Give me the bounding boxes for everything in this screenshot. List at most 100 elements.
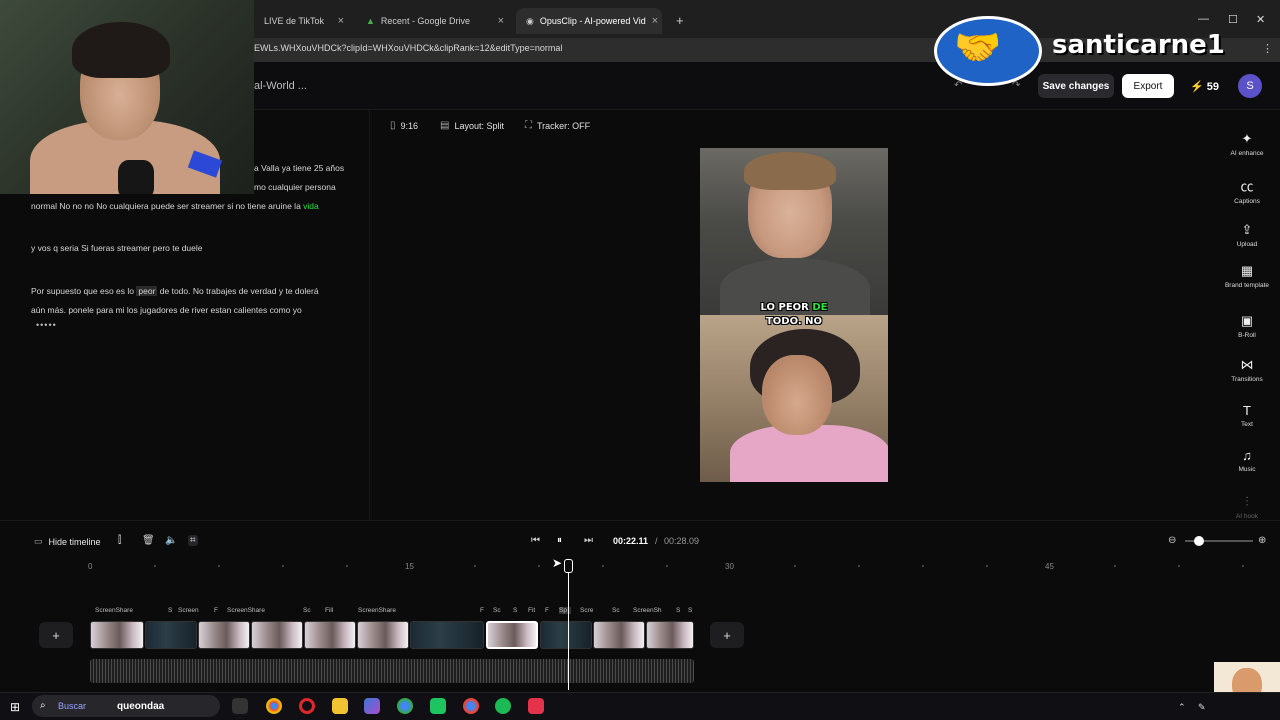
current-word[interactable]: peor <box>136 286 158 296</box>
clip-label[interactable]: Scre <box>580 607 604 614</box>
tab-tiktok[interactable]: LIVE de TikTok × <box>254 8 354 34</box>
video-preview[interactable]: LO PEOR DE TODO. NO <box>700 148 888 482</box>
highlighted-word[interactable]: vida <box>303 201 319 211</box>
transcript-line[interactable]: mo cualquier persona <box>254 182 336 192</box>
volume-icon[interactable]: 🔈 <box>165 535 177 546</box>
credits-counter[interactable]: ⚡ 59 <box>1190 80 1219 93</box>
url-input[interactable]: EWLs.WHXouVHDCk?clipId=WHXouVHDCk&clipRa… <box>254 43 562 53</box>
clip-thumbnail-selected[interactable] <box>486 621 538 649</box>
audio-waveform[interactable] <box>90 659 694 683</box>
windows-start-icon[interactable]: ⊞ <box>10 700 20 714</box>
clip-thumbnail[interactable] <box>593 621 645 649</box>
skip-forward-icon[interactable]: ⏭ <box>584 535 593 546</box>
sidebar-item-text[interactable]: T Text <box>1222 403 1272 428</box>
tiktok-icon[interactable] <box>528 698 544 714</box>
new-tab-icon[interactable]: + <box>676 13 684 28</box>
project-title[interactable]: al-World ... <box>254 80 307 92</box>
clip-label[interactable]: ScreenShare <box>95 607 165 614</box>
clip-label[interactable]: F <box>214 607 222 614</box>
sidebar-item-music[interactable]: ♫ Music <box>1222 448 1272 473</box>
clip-label[interactable]: Screen <box>178 607 206 614</box>
credits-value: 59 <box>1206 81 1220 93</box>
chrome-alt-icon[interactable] <box>397 698 413 714</box>
save-changes-button[interactable]: Save changes <box>1038 74 1114 98</box>
pause-icon[interactable]: ⏸ <box>557 535 562 546</box>
transcript-line[interactable]: aún más. ponele para mi los jugadores de… <box>31 305 302 315</box>
sidebar-item-transitions[interactable]: ⋈ Transitions <box>1222 357 1272 383</box>
clip-thumbnail[interactable] <box>198 621 250 649</box>
sidebar-item-brand-template[interactable]: ▦ Brand template <box>1222 263 1272 289</box>
aspect-ratio-button[interactable]: ▯ 9:16 <box>390 120 418 131</box>
sidebar-item-upload[interactable]: ⇪ Upload <box>1222 222 1272 248</box>
clip-label[interactable]: ScreenSh <box>633 607 667 614</box>
transcript-line[interactable]: normal No no no No cualquiera puede ser … <box>31 201 319 211</box>
clip-label[interactable]: ScreenShare <box>358 607 428 614</box>
skip-back-icon[interactable]: ⏮ <box>531 535 540 546</box>
clip-label[interactable]: S <box>513 607 521 614</box>
clip-thumbnail[interactable] <box>646 621 694 649</box>
clip-label[interactable]: F <box>545 607 553 614</box>
add-clip-start-button[interactable]: + <box>39 622 73 648</box>
pen-icon[interactable]: ✎ <box>1198 702 1206 713</box>
clip-label[interactable]: Sp <box>559 607 571 614</box>
clip-label[interactable]: Sc <box>493 607 507 614</box>
green-app-icon[interactable] <box>430 698 446 714</box>
clip-label[interactable]: S <box>168 607 176 614</box>
sidebar-item-ai-enhance[interactable]: ✦ AI enhance <box>1222 131 1272 157</box>
video-caption[interactable]: LO PEOR DE TODO. NO <box>700 301 888 329</box>
close-icon[interactable]: × <box>498 15 504 27</box>
opera-icon[interactable] <box>299 698 315 714</box>
file-explorer-icon[interactable] <box>332 698 348 714</box>
maximize-icon[interactable]: ☐ <box>1228 13 1238 26</box>
ruler-tick <box>154 565 156 567</box>
transcript-line[interactable]: y vos q seria Si fueras streamer pero te… <box>31 243 203 253</box>
split-icon[interactable]: ⫿ <box>118 535 121 546</box>
clip-label[interactable]: Sc <box>303 607 317 614</box>
spotify-icon[interactable] <box>495 698 511 714</box>
task-view-icon[interactable] <box>232 698 248 714</box>
clip-label[interactable]: F <box>480 607 488 614</box>
tray-chevron-icon[interactable]: ⌃ <box>1178 702 1186 713</box>
playhead-handle[interactable] <box>564 559 573 573</box>
sidebar-item-captions[interactable]: ㏄ Captions <box>1222 176 1272 205</box>
delete-icon[interactable]: 🗑 <box>142 535 155 546</box>
clip-label[interactable]: Sc <box>612 607 626 614</box>
chrome-active-icon[interactable] <box>463 698 479 714</box>
clip-thumbnail[interactable] <box>251 621 303 649</box>
layout-button[interactable]: ▤ Layout: Split <box>440 120 504 131</box>
clip-thumbnail[interactable] <box>410 621 484 649</box>
zoom-slider-handle[interactable] <box>1194 536 1204 546</box>
app-icon[interactable] <box>364 698 380 714</box>
clip-thumbnail[interactable] <box>540 621 592 649</box>
clip-thumbnail[interactable] <box>304 621 356 649</box>
transcript-line[interactable]: Por supuesto que eso es lo peor de todo.… <box>31 286 319 296</box>
playhead[interactable] <box>568 562 569 690</box>
clip-label[interactable]: S <box>676 607 684 614</box>
zoom-out-icon[interactable]: ⊖ <box>1168 535 1176 546</box>
close-icon[interactable]: × <box>652 15 658 27</box>
window-close-icon[interactable]: ✕ <box>1256 13 1265 26</box>
avatar[interactable]: S <box>1238 74 1262 98</box>
hide-timeline-button[interactable]: ▭ Hide timeline <box>34 536 101 547</box>
clip-thumbnail[interactable] <box>357 621 409 649</box>
clip-label[interactable]: Fill <box>325 607 345 614</box>
browser-menu-icon[interactable]: ⋮ <box>1262 42 1273 55</box>
chrome-icon[interactable] <box>266 698 282 714</box>
snap-icon[interactable]: ⌗ <box>188 535 198 546</box>
close-icon[interactable]: × <box>338 15 344 27</box>
clip-label[interactable]: Fit <box>528 607 540 614</box>
zoom-in-icon[interactable]: ⊕ <box>1258 535 1266 546</box>
tracker-button[interactable]: ⛶ Tracker: OFF <box>525 120 590 131</box>
export-button[interactable]: Export <box>1122 74 1174 98</box>
clip-thumbnail[interactable] <box>145 621 197 649</box>
tab-opusclip[interactable]: ◉ OpusClip - AI-powered Vid × <box>516 8 662 34</box>
sidebar-item-b-roll[interactable]: ▣ B-Roll <box>1222 313 1272 339</box>
clip-thumbnail[interactable] <box>90 621 144 649</box>
minimize-icon[interactable]: — <box>1198 13 1209 25</box>
clip-label[interactable]: ScreenShare <box>227 607 297 614</box>
transcript-line[interactable]: a Valla ya tiene 25 años <box>254 163 344 173</box>
clip-label[interactable]: S <box>688 607 696 614</box>
sidebar-item-ai-hook[interactable]: ⫶ AI hook <box>1222 494 1272 520</box>
add-clip-end-button[interactable]: + <box>710 622 744 648</box>
tab-google-drive[interactable]: ▲ Recent - Google Drive × <box>356 8 514 34</box>
